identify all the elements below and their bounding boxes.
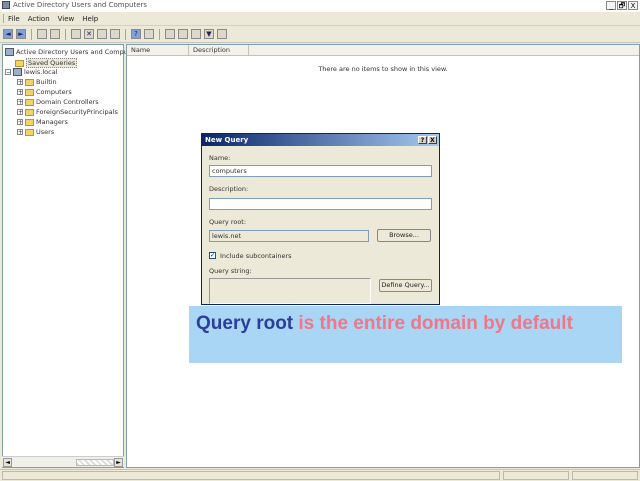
- window-title-bar: Active Directory Users and Computers _ 🗗…: [0, 0, 640, 12]
- scroll-left-icon[interactable]: ◄: [3, 458, 12, 467]
- name-field[interactable]: computers: [209, 165, 432, 177]
- toolbar-separator: [159, 28, 160, 40]
- help-icon[interactable]: ?: [131, 29, 141, 39]
- collapse-icon[interactable]: −: [5, 69, 11, 76]
- add-ou-icon[interactable]: [191, 29, 201, 39]
- tree-root-label: Active Directory Users and Compu: [16, 48, 128, 56]
- new-query-dialog: New Query ? X Name: computers Descriptio…: [201, 133, 440, 305]
- menu-help[interactable]: Help: [78, 15, 102, 23]
- console-tree[interactable]: Active Directory Users and Compu Saved Q…: [2, 44, 128, 468]
- forward-arrow-icon[interactable]: ►: [16, 29, 26, 39]
- define-query-button[interactable]: Define Query...: [379, 279, 432, 292]
- tree-item-label: Builtin: [36, 78, 57, 86]
- add-group-icon[interactable]: [178, 29, 188, 39]
- tree-item-label: Computers: [36, 88, 72, 96]
- include-subcontainers-label: Include subcontainers: [220, 252, 292, 260]
- aduc-icon: [5, 48, 14, 56]
- caption-highlight: Query root: [196, 313, 294, 334]
- column-name[interactable]: Name: [127, 45, 189, 55]
- toolbar: ◄ ► ✕ ? ▼: [0, 26, 640, 43]
- menu-action[interactable]: Action: [24, 15, 54, 23]
- status-panel: [503, 471, 569, 480]
- expand-icon[interactable]: +: [17, 99, 23, 106]
- copy-icon[interactable]: [71, 29, 81, 39]
- caption-text: is the entire domain by default: [293, 313, 573, 334]
- export-icon[interactable]: [110, 29, 120, 39]
- query-root-label: Query root:: [209, 218, 247, 226]
- status-panel: [572, 471, 638, 480]
- tree-item-users[interactable]: + Users: [17, 128, 54, 136]
- add-to-group-icon[interactable]: [217, 29, 227, 39]
- dialog-title-bar: New Query ? X: [202, 134, 439, 146]
- menu-file[interactable]: File: [4, 15, 24, 23]
- folder-icon: [25, 128, 34, 136]
- tree-item-computers[interactable]: + Computers: [17, 88, 72, 96]
- tree-item-label: ForeignSecurityPrincipals: [36, 108, 118, 116]
- tree-item-label: Users: [36, 128, 55, 136]
- filter-icon[interactable]: ▼: [204, 29, 214, 39]
- tree-item-label: Saved Queries: [26, 58, 78, 68]
- up-folder-icon[interactable]: [37, 29, 47, 39]
- folder-icon: [25, 98, 34, 106]
- folder-icon: [15, 59, 24, 67]
- tree-item-label: Domain Controllers: [36, 98, 99, 106]
- scroll-thumb[interactable]: [76, 459, 114, 466]
- app-icon: [2, 1, 10, 9]
- tree-horizontal-scrollbar[interactable]: ◄ ►: [2, 456, 124, 467]
- tree-item-builtin[interactable]: + Builtin: [17, 78, 57, 86]
- expand-icon[interactable]: +: [17, 89, 23, 96]
- query-root-field: lewis.net: [209, 230, 369, 242]
- dialog-help-button[interactable]: ?: [418, 136, 427, 144]
- restore-button[interactable]: 🗗: [617, 1, 627, 10]
- tree-item-domain[interactable]: − lewis.local: [5, 68, 58, 76]
- toolbar-separator: [31, 28, 32, 40]
- description-field[interactable]: [209, 198, 432, 210]
- back-arrow-icon[interactable]: ◄: [3, 29, 13, 39]
- toolbar-separator: [65, 28, 66, 40]
- column-description[interactable]: Description: [189, 45, 249, 55]
- refresh-icon[interactable]: [50, 29, 60, 39]
- folder-icon: [25, 108, 34, 116]
- close-button[interactable]: X: [628, 1, 638, 10]
- tree-item-label: lewis.local: [24, 68, 58, 76]
- expand-icon[interactable]: +: [17, 129, 23, 136]
- query-string-label: Query string:: [209, 267, 252, 275]
- delete-icon[interactable]: ✕: [84, 29, 94, 39]
- menu-view[interactable]: View: [54, 15, 79, 23]
- add-user-icon[interactable]: [165, 29, 175, 39]
- tree-item-managers[interactable]: + Managers: [17, 118, 68, 126]
- folder-icon: [25, 118, 34, 126]
- tree-item-domain-controllers[interactable]: + Domain Controllers: [17, 98, 99, 106]
- tree-item-saved-queries[interactable]: Saved Queries: [15, 58, 78, 68]
- status-bar: [0, 469, 640, 481]
- browse-button[interactable]: Browse...: [377, 229, 431, 242]
- toolbar-separator: [125, 28, 126, 40]
- status-panel: [2, 471, 500, 480]
- dialog-close-button[interactable]: X: [428, 136, 437, 144]
- expand-icon[interactable]: +: [17, 79, 23, 86]
- column-header: Name Description: [127, 45, 639, 56]
- domain-icon: [13, 68, 22, 76]
- minimize-button[interactable]: _: [606, 1, 616, 10]
- expand-icon[interactable]: +: [17, 119, 23, 126]
- folder-icon: [25, 78, 34, 86]
- dialog-title: New Query: [205, 136, 249, 144]
- folder-icon: [25, 88, 34, 96]
- caption-box: Query root is the entire domain by defau…: [189, 306, 622, 363]
- include-subcontainers-checkbox[interactable]: ✓: [209, 252, 216, 259]
- expand-icon[interactable]: +: [17, 109, 23, 116]
- find-icon[interactable]: [144, 29, 154, 39]
- scroll-right-icon[interactable]: ►: [114, 458, 123, 467]
- window-title: Active Directory Users and Computers: [13, 1, 148, 9]
- name-label: Name:: [209, 154, 231, 162]
- empty-list-message: There are no items to show in this view.: [318, 65, 448, 73]
- tree-item-foreign-security-principals[interactable]: + ForeignSecurityPrincipals: [17, 108, 118, 116]
- tree-root[interactable]: Active Directory Users and Compu: [5, 48, 128, 56]
- properties-icon[interactable]: [97, 29, 107, 39]
- description-label: Description:: [209, 185, 249, 193]
- query-string-box: [209, 278, 371, 304]
- tree-item-label: Managers: [36, 118, 68, 126]
- menu-bar: File Action View Help: [0, 12, 640, 26]
